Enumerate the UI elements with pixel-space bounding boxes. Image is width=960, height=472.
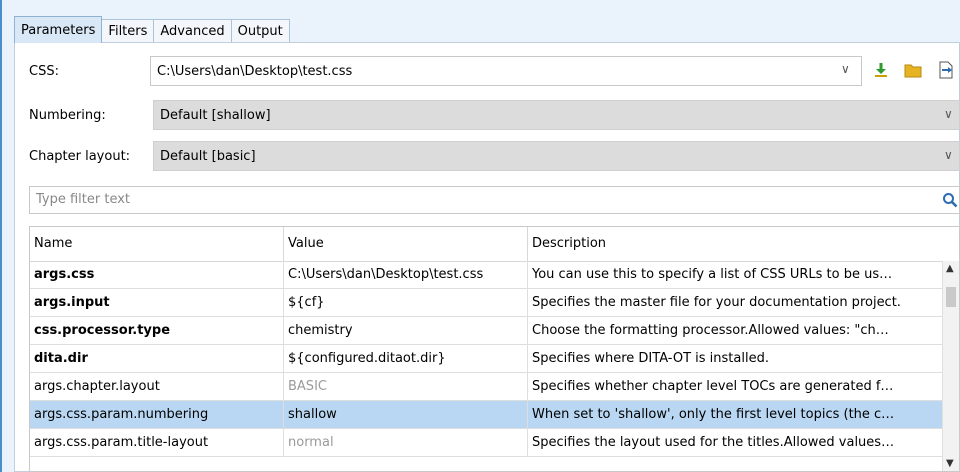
chapter-layout-value: Default [basic] [160,149,256,164]
row-value[interactable]: BASIC [284,373,528,400]
parameters-table: Name Value Description args.css C:\Users… [29,226,960,472]
css-label: CSS: [29,64,59,79]
open-folder-icon[interactable] [903,60,923,80]
row-value[interactable]: normal [284,429,528,456]
tab-parameters[interactable]: Parameters [14,16,103,43]
row-description: When set to 'shallow', only the first le… [532,407,895,422]
table-row[interactable]: dita.dir ${configured.ditaot.dir} Specif… [30,345,942,373]
column-header-description[interactable]: Description [528,227,942,261]
table-row[interactable]: css.processor.type chemistry Choose the … [30,317,942,345]
row-name: args.input [30,289,284,316]
table-header: Name Value Description [30,227,942,262]
row-name: args.chapter.layout [30,373,284,400]
numbering-label: Numbering: [29,108,106,123]
scroll-down-icon[interactable]: ▼ [946,458,954,469]
row-description: Specifies whether chapter level TOCs are… [532,379,894,394]
row-value[interactable]: chemistry [284,317,528,344]
css-chevron-down-icon[interactable]: ∨ [841,62,850,76]
tab-advanced[interactable]: Advanced [153,19,232,43]
table-row[interactable]: args.chapter.layout BASIC Specifies whet… [30,373,942,401]
scroll-up-icon[interactable]: ▲ [946,263,954,274]
css-combo[interactable]: C:\Users\dan\Desktop\test.css [150,56,862,86]
row-name: css.processor.type [30,317,284,344]
numbering-value: Default [shallow] [160,108,271,123]
chapter-layout-select[interactable]: Default [basic] [153,141,960,171]
row-name: dita.dir [30,345,284,372]
table-row-selected[interactable]: args.css.param.numbering shallow When se… [30,401,942,429]
scrollbar-thumb[interactable] [946,287,956,307]
chapter-layout-chevron-down-icon[interactable]: ∨ [944,148,953,162]
row-description: Specifies where DITA-OT is installed. [532,351,769,366]
chapter-layout-label: Chapter layout: [29,149,131,164]
table-row[interactable]: args.css.param.title-layout normal Speci… [30,429,942,457]
row-name: args.css.param.numbering [30,401,284,428]
row-description: Specifies the layout used for the titles… [532,435,895,450]
column-header-name[interactable]: Name [30,227,284,261]
row-value[interactable]: ${configured.ditaot.dir} [284,345,528,372]
download-icon[interactable] [871,60,891,80]
insert-editor-icon[interactable] [936,60,956,80]
row-name: args.css.param.title-layout [30,429,284,456]
column-header-value[interactable]: Value [284,227,528,261]
dialog-frame: Parameters Filters Advanced Output CSS: … [0,0,960,472]
numbering-select[interactable]: Default [shallow] [153,100,960,130]
row-description: Choose the formatting processor.Allowed … [532,323,889,338]
vertical-scrollbar[interactable]: ▲ ▼ [942,261,959,471]
row-description: Specifies the master file for your docum… [532,295,901,310]
tab-bar: Parameters Filters Advanced Output [14,16,290,43]
row-value[interactable]: shallow [284,401,528,428]
table-row[interactable]: args.input ${cf} Specifies the master fi… [30,289,942,317]
frame-left-border [0,0,2,472]
filter-input[interactable]: Type filter text [29,186,960,214]
table-row[interactable]: args.css C:\Users\dan\Desktop\test.css Y… [30,261,942,289]
row-value[interactable]: ${cf} [284,289,528,316]
search-icon[interactable] [940,190,960,210]
numbering-chevron-down-icon[interactable]: ∨ [944,107,953,121]
row-value[interactable]: C:\Users\dan\Desktop\test.css [284,261,528,288]
tab-filters[interactable]: Filters [101,19,155,43]
css-value: C:\Users\dan\Desktop\test.css [157,64,353,79]
tab-output[interactable]: Output [230,19,290,43]
row-description: You can use this to specify a list of CS… [532,267,893,282]
row-name: args.css [30,261,284,288]
